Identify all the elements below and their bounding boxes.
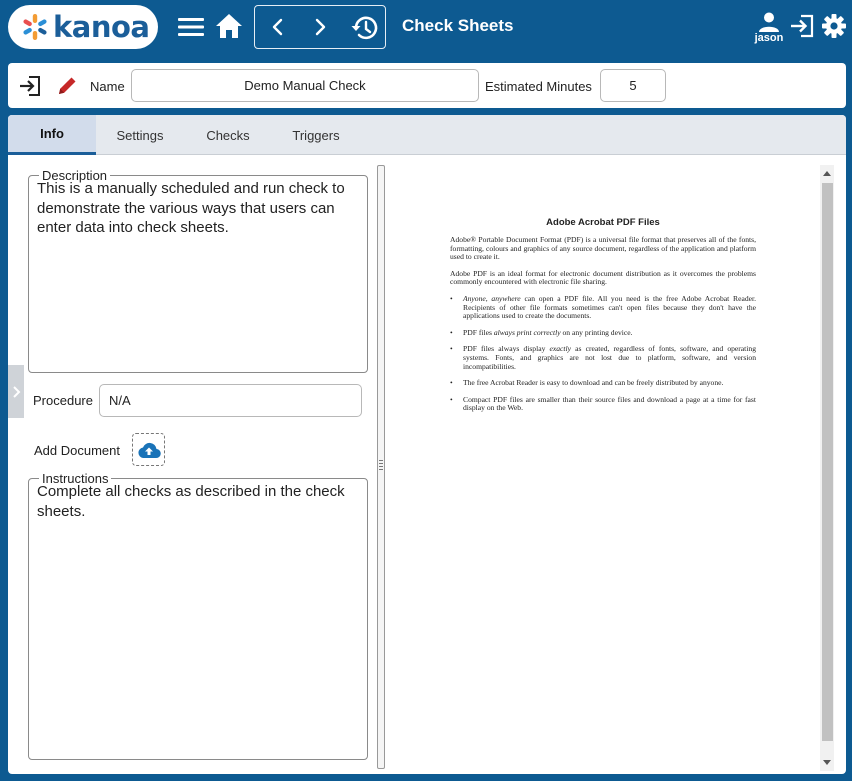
bullet-mark: • — [450, 327, 453, 337]
chevron-right-icon — [315, 18, 326, 36]
tab-settings[interactable]: Settings — [96, 115, 184, 155]
tab-triggers[interactable]: Triggers — [272, 115, 360, 155]
pdf-paragraph: Adobe PDF is an ideal format for electro… — [450, 268, 756, 287]
pdf-bullet: • Anyone, anywhere can open a PDF file. A… — [450, 293, 756, 321]
chevron-right-icon — [13, 385, 21, 398]
tab-info[interactable]: Info — [8, 115, 96, 155]
pdf-bullet-text: PDF files — [463, 327, 494, 337]
bullet-mark: • — [450, 394, 453, 404]
history-button[interactable] — [347, 12, 381, 44]
settings-button[interactable] — [820, 12, 848, 40]
upload-document-button[interactable] — [132, 433, 165, 466]
pdf-emphasis: always print correctly — [493, 327, 561, 337]
instructions-text: Complete all checks as described in the … — [37, 483, 345, 520]
home-button[interactable] — [213, 10, 245, 42]
forward-button[interactable] — [305, 12, 335, 42]
pdf-page: Adobe Acrobat PDF Files Adobe® Portable … — [450, 217, 756, 421]
exit-button[interactable] — [18, 74, 42, 98]
user-icon — [759, 12, 779, 32]
user-name: jason — [754, 31, 784, 44]
bullet-mark: • — [450, 293, 453, 303]
procedure-field[interactable] — [99, 384, 362, 417]
pencil-icon — [59, 77, 76, 94]
caret-up-icon — [823, 171, 831, 176]
splitter-grip — [379, 460, 383, 470]
pdf-bullet-text: The free Acrobat Reader is easy to downl… — [463, 378, 724, 388]
pdf-bullet: • PDF files always display exactly as cre… — [450, 345, 756, 371]
side-panel-toggle[interactable] — [8, 365, 24, 418]
name-label: Name — [90, 79, 125, 94]
tab-checks[interactable]: Checks — [184, 115, 272, 155]
pdf-paragraph: Adobe® Portable Document Format (PDF) is… — [450, 235, 756, 262]
estimated-minutes-label: Estimated Minutes — [485, 79, 592, 94]
instructions-box[interactable]: Instructions Complete all checks as desc… — [28, 471, 368, 760]
pdf-bullet-text: Compact PDF files are smaller than their… — [463, 394, 756, 413]
description-text: This is a manually scheduled and run che… — [37, 180, 345, 236]
tab-bar: Info Settings Checks Triggers — [8, 115, 846, 155]
home-icon — [216, 14, 242, 38]
menu-button[interactable] — [176, 12, 206, 42]
description-box[interactable]: Description This is a manually scheduled… — [28, 168, 368, 373]
content-card: Info Settings Checks Triggers Descriptio… — [8, 115, 846, 774]
pane-splitter[interactable] — [377, 165, 385, 769]
bullet-mark: • — [450, 344, 453, 354]
scroll-thumb[interactable] — [822, 183, 833, 741]
edit-button[interactable] — [55, 74, 79, 98]
menu-icon — [178, 18, 204, 36]
history-icon — [351, 16, 378, 40]
pdf-bullet-text: on any printing device. — [560, 327, 633, 337]
pdf-bullet: • PDF files always print correctly on any… — [450, 327, 756, 338]
add-document-label: Add Document — [34, 443, 120, 458]
logout-button[interactable] — [788, 12, 816, 40]
pdf-bullet: • The free Acrobat Reader is easy to down… — [450, 378, 756, 388]
brand-logo[interactable]: kanoa — [8, 5, 158, 49]
scroll-down-button[interactable] — [820, 755, 834, 771]
caret-down-icon — [823, 760, 831, 765]
user-menu-button[interactable]: jason — [754, 8, 784, 46]
cloud-upload-icon — [137, 442, 161, 458]
pdf-bullet: • Compact PDF files are smaller than thei… — [450, 394, 756, 413]
kanoa-logo-icon — [23, 14, 47, 40]
estimated-minutes-field[interactable] — [600, 69, 666, 102]
history-nav-group — [254, 5, 386, 49]
page-title: Check Sheets — [402, 16, 514, 35]
procedure-label: Procedure — [33, 393, 93, 408]
app-bar: kanoa Check Sheets jason — [0, 0, 852, 56]
pdf-viewer[interactable]: Adobe Acrobat PDF Files Adobe® Portable … — [388, 165, 836, 771]
gear-icon — [822, 14, 846, 38]
pdf-title: Adobe Acrobat PDF Files — [546, 217, 660, 228]
pdf-scrollbar[interactable] — [820, 165, 834, 771]
check-header-card: Name Estimated Minutes — [8, 63, 846, 108]
chevron-left-icon — [272, 18, 283, 36]
logout-icon — [791, 14, 814, 38]
exit-icon — [20, 76, 40, 96]
scroll-up-button[interactable] — [820, 165, 834, 181]
bullet-mark: • — [450, 378, 453, 388]
brand-name: kanoa — [53, 10, 150, 44]
back-button[interactable] — [263, 12, 293, 42]
name-field[interactable] — [131, 69, 479, 102]
